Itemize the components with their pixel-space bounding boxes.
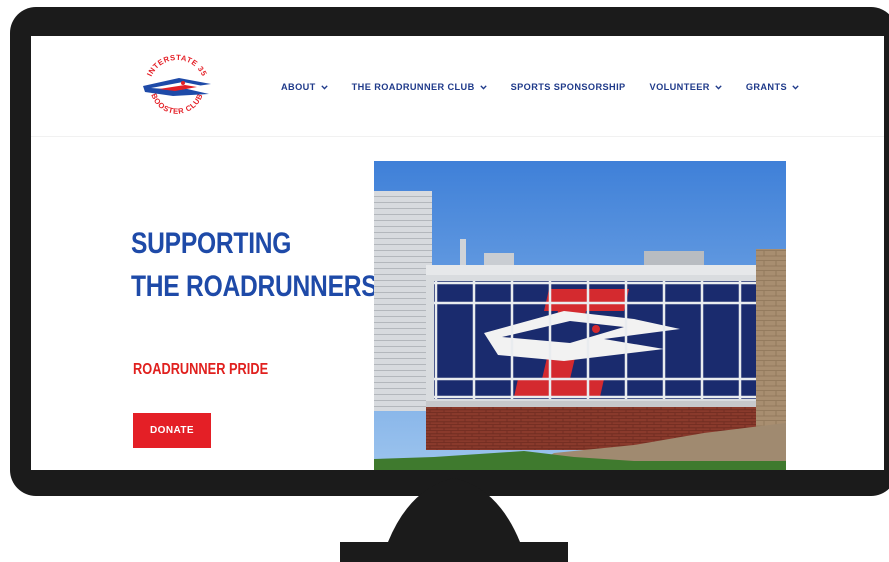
chevron-down-icon xyxy=(792,84,799,90)
hero-title: SUPPORTING THE ROADRUNNERS xyxy=(131,222,378,308)
building-photo xyxy=(374,161,786,470)
nav-item-grants[interactable]: GRANTS xyxy=(746,82,799,92)
monitor-stand xyxy=(340,478,568,562)
chevron-down-icon xyxy=(479,84,487,90)
nav-label-sports-sponsorship: SPORTS SPONSORSHIP xyxy=(510,82,626,92)
hero-title-line1: SUPPORTING xyxy=(131,227,292,260)
nav-label-about: ABOUT xyxy=(281,82,316,92)
nav-item-sports-sponsorship[interactable]: SPORTS SPONSORSHIP xyxy=(511,82,626,92)
nav-item-volunteer[interactable]: VOLUNTEER xyxy=(650,82,722,92)
logo-text-top: INTERSTATE 35 xyxy=(145,53,208,78)
site-header: INTERSTATE 35 BOOSTER CLUB ABOUT THE ROA… xyxy=(31,36,884,137)
nav-label-volunteer: VOLUNTEER xyxy=(649,82,710,92)
roadrunner-logo-icon[interactable]: INTERSTATE 35 BOOSTER CLUB xyxy=(139,50,215,126)
nav-label-grants: GRANTS xyxy=(745,82,788,92)
donate-button[interactable]: DONATE xyxy=(133,413,211,448)
website-screen: INTERSTATE 35 BOOSTER CLUB ABOUT THE ROA… xyxy=(31,36,884,470)
nav-item-about[interactable]: ABOUT xyxy=(281,82,328,92)
svg-text:INTERSTATE 35: INTERSTATE 35 xyxy=(145,53,209,78)
nav-label-roadrunner-club: THE ROADRUNNER CLUB xyxy=(351,82,475,92)
chevron-down-icon xyxy=(320,84,328,90)
nav-item-roadrunner-club[interactable]: THE ROADRUNNER CLUB xyxy=(352,82,487,92)
hero-tagline: ROADRUNNER PRIDE xyxy=(133,361,269,378)
main-nav: ABOUT THE ROADRUNNER CLUB SPORTS SPONSOR… xyxy=(281,82,799,92)
hero-title-line2: THE ROADRUNNERS xyxy=(131,270,378,303)
chevron-down-icon xyxy=(715,84,722,90)
